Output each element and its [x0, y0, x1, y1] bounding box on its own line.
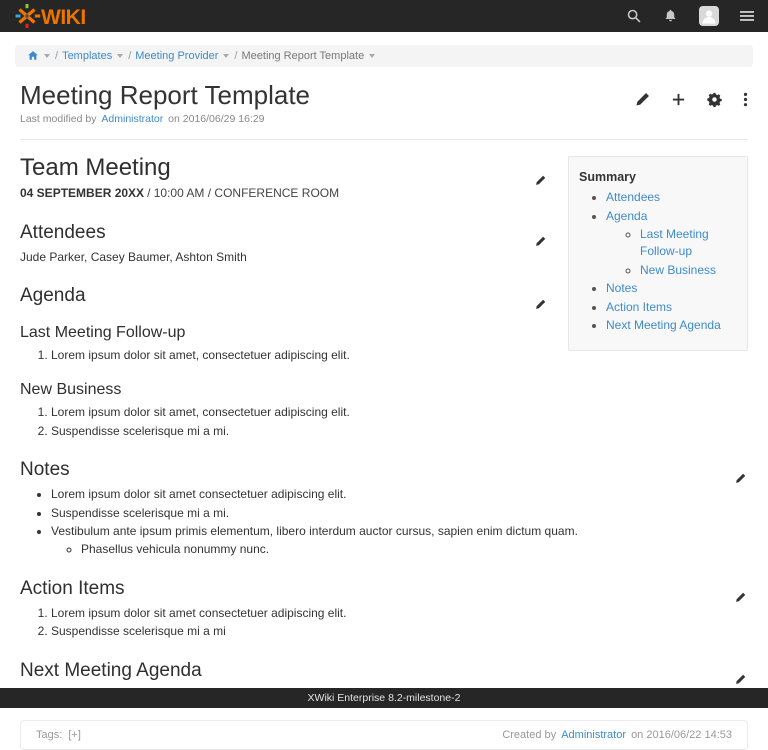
- summary-link-action-items[interactable]: Action Items: [606, 300, 672, 314]
- summary-link-notes[interactable]: Notes: [606, 281, 637, 295]
- chevron-down-icon[interactable]: [44, 54, 50, 58]
- menu-icon[interactable]: [740, 9, 754, 23]
- breadcrumb-separator: /: [234, 50, 237, 62]
- xwiki-logo[interactable]: WIKI: [14, 3, 96, 29]
- created-prefix: Created by: [502, 729, 556, 741]
- summary-link-agenda[interactable]: Agenda: [606, 209, 647, 223]
- breadcrumb-meeting-provider[interactable]: Meeting Provider: [135, 50, 218, 62]
- tags-label: Tags:: [36, 729, 62, 741]
- more-options-icon[interactable]: [743, 92, 748, 107]
- xwiki-logo-icon: WIKI: [14, 3, 96, 29]
- section-heading-new-business: New Business: [20, 381, 748, 399]
- notifications-bell-icon[interactable]: [663, 8, 678, 24]
- version-footer: XWiki Enterprise 8.2-milestone-2: [0, 688, 768, 708]
- last-modified-line: Last modified by Administrator on 2016/0…: [20, 113, 635, 125]
- add-tag-button[interactable]: [+]: [68, 729, 81, 741]
- summary-title: Summary: [579, 170, 737, 184]
- modified-prefix: Last modified by: [20, 113, 96, 125]
- document-content: Summary Attendees Agenda Last Meeting Fo…: [20, 154, 748, 704]
- list-item: Vestibulum ante ipsum primis elementum, …: [51, 523, 748, 559]
- breadcrumb-separator: /: [128, 50, 131, 62]
- page-title: Meeting Report Template: [20, 82, 635, 109]
- list-item: Suspendisse scelerisque mi a mi.: [51, 423, 748, 440]
- meeting-date: 04 SEPTEMBER 20XX: [20, 186, 144, 200]
- created-suffix: on 2016/06/22 14:53: [631, 729, 732, 741]
- document-footer: Tags: [+] Created by Administrator on 20…: [20, 720, 748, 750]
- user-avatar[interactable]: [699, 6, 719, 26]
- list-item: Lorem ipsum dolor sit amet consectetuer …: [51, 486, 748, 503]
- chevron-down-icon[interactable]: [369, 54, 375, 58]
- breadcrumb-current-page: Meeting Report Template: [241, 50, 364, 62]
- edit-section-icon[interactable]: [535, 294, 546, 316]
- list-item: Lorem ipsum dolor sit amet consectetuer …: [51, 605, 748, 622]
- summary-link-new-business[interactable]: New Business: [640, 263, 716, 277]
- section-heading-notes: Notes: [20, 459, 748, 481]
- chevron-down-icon[interactable]: [117, 54, 123, 58]
- edit-icon[interactable]: [635, 92, 650, 107]
- search-icon[interactable]: [626, 8, 642, 24]
- edit-section-icon[interactable]: [735, 587, 746, 609]
- svg-text:WIKI: WIKI: [41, 6, 86, 29]
- list-item: Lorem ipsum dolor sit amet, consectetuer…: [51, 404, 748, 421]
- chevron-down-icon[interactable]: [223, 54, 229, 58]
- breadcrumb: / Templates / Meeting Provider / Meeting…: [15, 45, 753, 67]
- summary-link-attendees[interactable]: Attendees: [606, 190, 660, 204]
- gear-icon[interactable]: [707, 92, 722, 107]
- breadcrumb-separator: /: [55, 50, 58, 62]
- page-header: Meeting Report Template Last modified by…: [20, 82, 748, 125]
- page-actions: [635, 82, 748, 125]
- list-item: Suspendisse scelerisque mi a mi: [51, 623, 748, 640]
- edit-section-icon[interactable]: [735, 468, 746, 490]
- summary-panel: Summary Attendees Agenda Last Meeting Fo…: [568, 156, 748, 351]
- add-icon[interactable]: [671, 92, 686, 107]
- edit-section-icon[interactable]: [535, 165, 546, 193]
- tags-area: Tags: [+]: [36, 729, 81, 741]
- modified-suffix: on 2016/06/29 16:29: [168, 113, 264, 125]
- modified-by-link[interactable]: Administrator: [101, 113, 163, 125]
- created-by-line: Created by Administrator on 2016/06/22 1…: [502, 729, 732, 741]
- home-icon[interactable]: [27, 50, 39, 62]
- section-heading-next-meeting-agenda: Next Meeting Agenda: [20, 660, 748, 682]
- list-item: Suspendisse scelerisque mi a mi.: [51, 505, 748, 522]
- version-text: XWiki Enterprise 8.2-milestone-2: [308, 692, 461, 704]
- created-by-link[interactable]: Administrator: [561, 729, 626, 741]
- breadcrumb-templates[interactable]: Templates: [62, 50, 112, 62]
- top-navigation-bar: WIKI: [0, 0, 768, 32]
- edit-section-icon[interactable]: [535, 231, 546, 253]
- summary-link-next-meeting-agenda[interactable]: Next Meeting Agenda: [606, 318, 721, 332]
- header-divider: [20, 139, 748, 140]
- list-item: Phasellus vehicula nonummy nunc.: [81, 541, 748, 558]
- meeting-time-location: / 10:00 AM / CONFERENCE ROOM: [147, 186, 339, 200]
- section-heading-action-items: Action Items: [20, 578, 748, 600]
- summary-link-last-meeting-follow-up[interactable]: Last Meeting Follow-up: [640, 227, 709, 258]
